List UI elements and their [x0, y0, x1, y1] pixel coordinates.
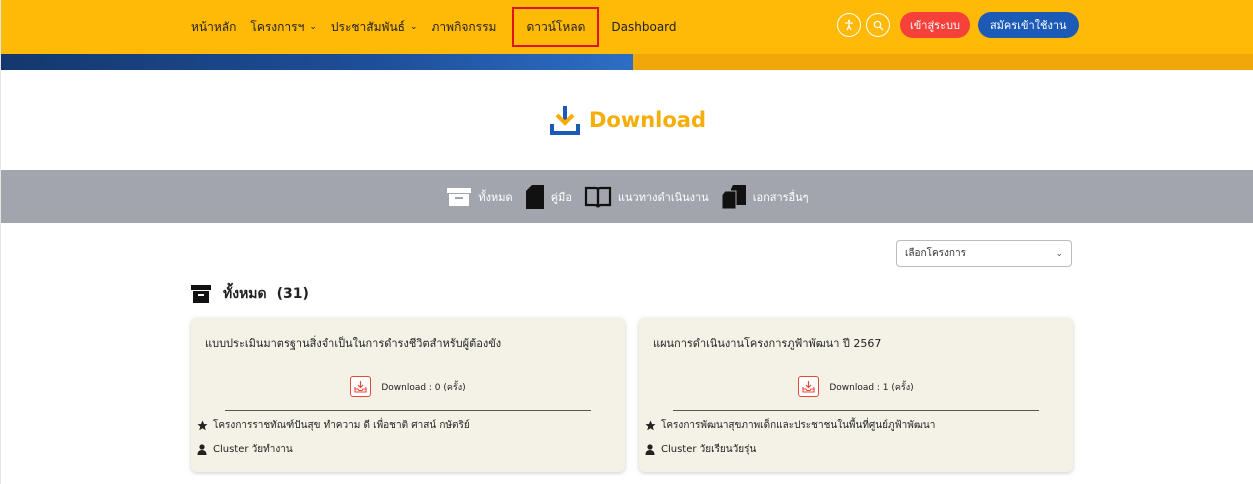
card-title: แบบประเมินมาตรฐานสิ่งจำเป็นในการดำรงชีวิ…: [205, 337, 502, 350]
nav-download[interactable]: ดาวน์โหลด: [512, 7, 600, 47]
page-heading: Download: [1, 100, 1253, 140]
accessibility-button[interactable]: [837, 13, 861, 37]
card-project-text: โครงการราชทัณฑ์ปันสุข ทำความ ดี เพื่อชาต…: [213, 420, 470, 431]
chevron-down-icon: ⌄: [1055, 248, 1063, 259]
category-manual-label: คู่มือ: [550, 190, 572, 204]
nav-projects[interactable]: โครงการฯ ⌄: [250, 18, 317, 37]
card-project-text: โครงการพัฒนาสุขภาพเด็กและประชาชนในพื้นที…: [661, 420, 936, 431]
section-count: (31): [276, 286, 309, 302]
download-link[interactable]: Download : 0 (ครั้ง): [191, 376, 625, 397]
stripe-gold: [633, 54, 1253, 70]
card-cluster-text: Cluster วัยเรียนวัยรุ่น: [661, 444, 757, 455]
archive-box-icon: [191, 285, 211, 303]
document-card[interactable]: แบบประเมินมาตรฐานสิ่งจำเป็นในการดำรงชีวิ…: [191, 318, 625, 472]
login-button[interactable]: เข้าสู่ระบบ: [900, 12, 970, 38]
star-icon: [643, 420, 657, 431]
page-title: Download: [588, 108, 707, 132]
search-button[interactable]: [866, 13, 890, 37]
nav-pr-label: ประชาสัมพันธ์: [330, 19, 405, 34]
download-tray-icon: [798, 376, 820, 397]
chevron-down-icon: ⌄: [409, 22, 418, 32]
project-select-value: เลือกโครงการ: [905, 248, 966, 259]
nav-dashboard[interactable]: Dashboard: [611, 20, 676, 34]
divider: [673, 410, 1039, 411]
nav-pr[interactable]: ประชาสัมพันธ์ ⌄: [331, 18, 418, 37]
documents-icon: [721, 184, 746, 209]
category-manual[interactable]: คู่มือ: [525, 184, 572, 210]
category-all[interactable]: ทั้งหมด: [446, 187, 513, 207]
page: หน้าหลัก โครงการฯ ⌄ ประชาสัมพันธ์ ⌄ ภาพกิจ…: [0, 0, 1253, 484]
category-all-label: ทั้งหมด: [478, 190, 513, 204]
open-book-icon: [584, 186, 612, 208]
project-select[interactable]: เลือกโครงการ ⌄: [896, 240, 1072, 267]
header-stripe: [1, 54, 1253, 70]
nav-home[interactable]: หน้าหลัก: [191, 18, 236, 37]
main-nav: หน้าหลัก โครงการฯ ⌄ ประชาสัมพันธ์ ⌄ ภาพกิจ…: [191, 0, 691, 54]
search-icon: [873, 20, 883, 30]
category-bar: ทั้งหมด คู่มือ แนวทางดำเนินงาน เอกสารอื่…: [1, 170, 1253, 223]
card-cluster: Cluster วัยเรียนวัยรุ่น: [643, 442, 756, 457]
accessibility-icon: [845, 19, 853, 31]
card-title: แผนการดำเนินงานโครงการภูฟ้าพัฒนา ปี 2567: [653, 337, 882, 350]
category-guideline[interactable]: แนวทางดำเนินงาน: [584, 186, 709, 208]
category-other[interactable]: เอกสารอื่นๆ: [721, 184, 809, 210]
download-icon: [549, 106, 580, 135]
category-guideline-label: แนวทางดำเนินงาน: [617, 190, 709, 204]
divider: [225, 410, 591, 411]
nav-home-label: หน้าหลัก: [191, 19, 237, 34]
register-button[interactable]: สมัครเข้าใช้งาน: [977, 12, 1079, 38]
card-cluster-text: Cluster วัยทำงาน: [213, 444, 293, 455]
archive-box-icon: [447, 187, 472, 206]
top-navbar: หน้าหลัก โครงการฯ ⌄ ประชาสัมพันธ์ ⌄ ภาพกิจ…: [1, 0, 1253, 54]
category-other-label: เอกสารอื่นๆ: [752, 190, 809, 204]
nav-gallery-label: ภาพกิจกรรม: [431, 19, 497, 34]
user-icon: [195, 444, 209, 455]
header-tools: เข้าสู่ระบบ สมัครเข้าใช้งาน: [837, 12, 1079, 38]
stripe-blue: [1, 54, 633, 70]
download-count: Download : 0 (ครั้ง): [381, 382, 466, 393]
chevron-down-icon: ⌄: [309, 22, 317, 32]
document-icon: [525, 184, 544, 209]
nav-download-label: ดาวน์โหลด: [526, 19, 586, 34]
download-count: Download : 1 (ครั้ง): [829, 382, 914, 393]
user-icon: [643, 444, 657, 455]
nav-gallery[interactable]: ภาพกิจกรรม: [432, 18, 497, 37]
section-title: ทั้งหมด: [223, 286, 267, 302]
document-card[interactable]: แผนการดำเนินงานโครงการภูฟ้าพัฒนา ปี 2567…: [639, 318, 1073, 472]
nav-projects-label: โครงการฯ: [250, 19, 305, 34]
card-cluster: Cluster วัยทำงาน: [195, 442, 293, 457]
register-label: สมัครเข้าใช้งาน: [989, 19, 1067, 32]
card-project: โครงการพัฒนาสุขภาพเด็กและประชาชนในพื้นที…: [643, 418, 935, 433]
card-project: โครงการราชทัณฑ์ปันสุข ทำความ ดี เพื่อชาต…: [195, 418, 470, 433]
section-heading: ทั้งหมด (31): [191, 283, 309, 305]
download-tray-icon: [350, 376, 372, 397]
download-link[interactable]: Download : 1 (ครั้ง): [639, 376, 1073, 397]
login-label: เข้าสู่ระบบ: [910, 19, 960, 32]
star-icon: [195, 420, 209, 431]
nav-dashboard-label: Dashboard: [611, 20, 677, 34]
